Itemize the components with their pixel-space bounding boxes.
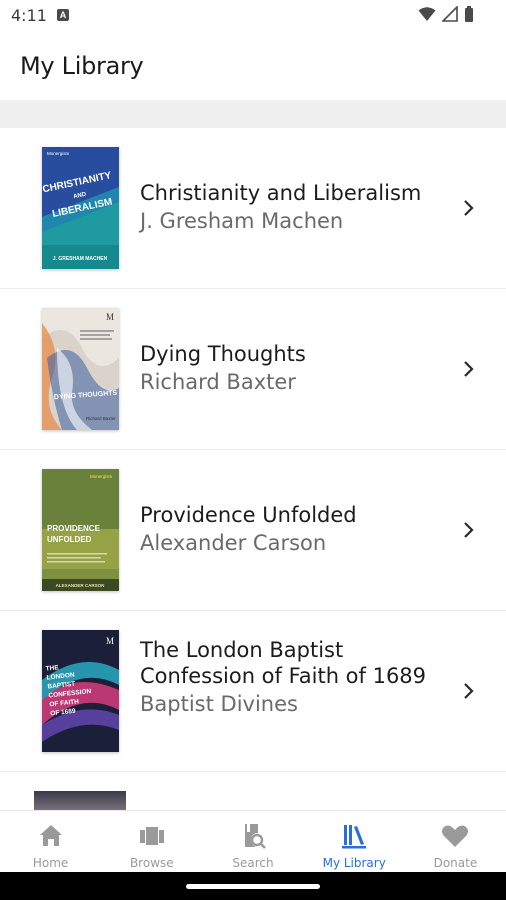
screen: 4:11 A My Library Monergism CHRISTIANITY… xyxy=(0,0,506,900)
chevron-right-icon xyxy=(464,200,474,216)
book-title: The London Baptist Confession of Faith o… xyxy=(140,638,427,688)
home-gesture-handle[interactable] xyxy=(186,884,320,889)
nav-label: Search xyxy=(232,856,274,870)
book-cover: M DYING THOUGHTS Richard Baxter xyxy=(42,308,119,430)
book-row-christianity-and-liberalism[interactable]: Monergism CHRISTIANITY AND LIBERALISM J.… xyxy=(0,128,506,289)
battery-icon xyxy=(465,6,473,22)
cover-author: Richard Baxter xyxy=(86,416,116,421)
notification-app-icon: A xyxy=(57,9,69,21)
system-gesture-bar xyxy=(0,872,506,900)
cover-logo: M xyxy=(106,312,114,322)
wifi-icon xyxy=(418,7,436,21)
book-cover: Monergism PROVIDENCE UNFOLDED ALEXANDER … xyxy=(42,469,119,591)
chevron-right-icon xyxy=(464,683,474,699)
book-title: Christianity and Liberalism xyxy=(140,181,422,205)
nav-donate[interactable]: Donate xyxy=(405,811,506,873)
cover-logo: M xyxy=(106,636,114,646)
signal-icon xyxy=(442,6,458,22)
cover-title-line: THE xyxy=(45,664,59,672)
cover-publisher: Monergism xyxy=(90,474,113,479)
book-title: Providence Unfolded xyxy=(140,503,357,527)
bottom-navigation: Home Browse Search My Library Donate xyxy=(0,810,506,873)
book-title: Dying Thoughts xyxy=(140,342,306,366)
nav-label: Home xyxy=(32,856,69,870)
book-text: The London Baptist Confession of Faith o… xyxy=(140,637,440,719)
book-cover: M THE LONDON BAPTIST CONFESSION OF FAITH… xyxy=(42,630,119,752)
book-row-dying-thoughts[interactable]: M DYING THOUGHTS Richard Baxter Dying Th… xyxy=(0,289,506,450)
book-text: Providence Unfolded Alexander Carson xyxy=(140,502,440,558)
nav-search[interactable]: Search xyxy=(202,811,303,873)
book-list: Monergism CHRISTIANITY AND LIBERALISM J.… xyxy=(0,128,506,810)
book-row-partial[interactable] xyxy=(0,772,506,810)
chevron-right-icon xyxy=(464,361,474,377)
cover-title-line: PROVIDENCE xyxy=(47,524,101,533)
status-icons xyxy=(418,6,474,22)
book-row-providence-unfolded[interactable]: Monergism PROVIDENCE UNFOLDED ALEXANDER … xyxy=(0,450,506,611)
browse-icon xyxy=(139,827,164,845)
book-row-london-baptist-confession[interactable]: M THE LONDON BAPTIST CONFESSION OF FAITH… xyxy=(0,611,506,772)
book-author: Richard Baxter xyxy=(140,370,296,394)
book-text: Dying Thoughts Richard Baxter xyxy=(140,341,440,397)
book-author: Alexander Carson xyxy=(140,531,327,555)
nav-label: My Library xyxy=(322,856,386,870)
cover-publisher: Monergism xyxy=(47,151,70,156)
nav-home[interactable]: Home xyxy=(0,811,101,873)
search-icon xyxy=(245,824,266,849)
nav-my-library[interactable]: My Library xyxy=(304,811,405,873)
heart-icon xyxy=(442,825,469,847)
status-time: 4:11 xyxy=(11,6,47,25)
book-cover: Monergism CHRISTIANITY AND LIBERALISM J.… xyxy=(42,147,119,269)
nav-label: Browse xyxy=(129,856,174,870)
home-icon xyxy=(39,825,62,846)
status-bar: 4:11 A xyxy=(0,0,506,32)
chevron-right-icon xyxy=(464,522,474,538)
book-author: Baptist Divines xyxy=(140,692,298,716)
app-header: My Library xyxy=(0,32,506,100)
header-divider xyxy=(0,100,506,128)
cover-author: J. GRESHAM MACHEN xyxy=(53,256,108,262)
page-title: My Library xyxy=(20,52,144,80)
book-author: J. Gresham Machen xyxy=(140,209,344,233)
library-icon xyxy=(342,825,367,849)
book-cover xyxy=(34,791,126,810)
cover-title-line: UNFOLDED xyxy=(47,535,92,544)
nav-browse[interactable]: Browse xyxy=(101,811,202,873)
book-text: Christianity and Liberalism J. Gresham M… xyxy=(140,180,440,236)
cover-author: ALEXANDER CARSON xyxy=(56,583,105,588)
nav-label: Donate xyxy=(433,856,478,870)
